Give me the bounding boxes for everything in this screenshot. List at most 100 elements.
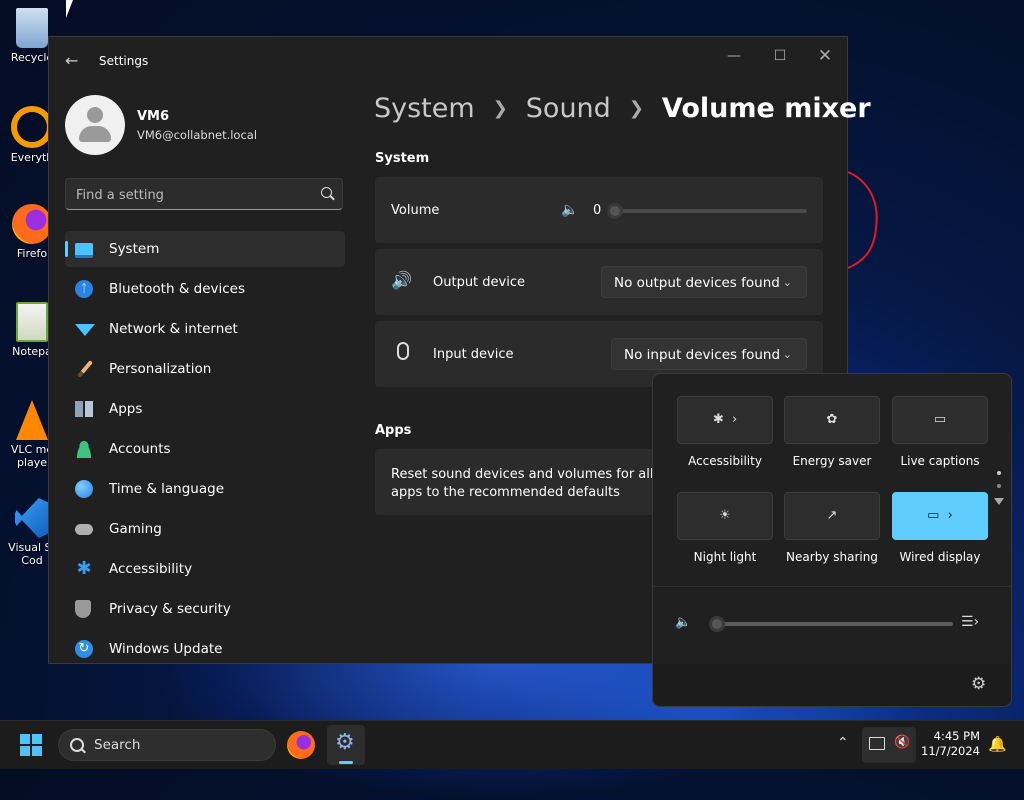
qs-label-accessibility: Accessibility [688,454,762,468]
taskbar-firefox[interactable] [287,731,315,759]
vscode-icon [15,498,49,538]
chevron-right-icon: ❯ [492,98,508,119]
share-icon: ↗ [826,508,838,523]
sidebar-item-personalization[interactable]: Personalization [65,351,345,387]
chevron-right-icon[interactable]: › [948,508,953,523]
avatar-body [79,126,111,142]
qs-label-live-captions: Live captions [900,454,980,468]
qs-label-night-light: Night light [693,550,757,564]
desktop-icon-label: Everyth [10,151,54,164]
volume-slider-track[interactable] [615,209,807,213]
sidebar-item-accessibility[interactable]: ✱ Accessibility [65,551,345,587]
clock-date: 11/7/2024 [921,744,980,758]
page-title: Volume mixer [661,93,871,124]
taskbar-search[interactable]: Search [58,729,276,761]
minimize-button[interactable]: — [723,45,745,67]
qs-tile-energy-saver[interactable]: ✿ [784,396,880,444]
volume-muted-icon: 🔇 [894,735,911,750]
red-annotation-stroke [847,171,878,269]
input-device-dropdown[interactable]: No input devices found ⌄ [611,338,807,370]
notepad-plus-icon [16,302,48,342]
sun-icon: ☀ [719,508,731,523]
clock-time: 4:45 PM [933,729,980,743]
sidebar-item-windows-update[interactable]: ↻ Windows Update [65,631,345,667]
breadcrumb: System ❯ Sound ❯ Volume mixer [374,93,871,124]
qs-footer: ⚙ [653,664,1011,706]
qs-volume-slider-track[interactable] [717,622,953,626]
speaker-icon: 🔊 [391,271,413,291]
search-input[interactable] [66,179,318,211]
volume-slider-thumb[interactable] [607,203,623,219]
output-device-value: No output devices found [614,275,780,291]
sidebar-item-apps[interactable]: Apps [65,391,345,427]
speaker-muted-icon[interactable]: 🔈 [561,202,578,218]
chevron-right-icon: ❯ [628,98,644,119]
chevron-up-icon[interactable]: ⌃ [837,735,849,751]
breadcrumb-sound[interactable]: Sound [526,93,611,124]
audio-output-select-icon[interactable]: ☰› [961,614,979,630]
output-device-card: 🔊 Output device No output devices found … [375,249,823,315]
qs-divider [653,586,1011,587]
sidebar-item-label: Network & internet [109,321,238,337]
sidebar-item-privacy[interactable]: Privacy & security [65,591,345,627]
sidebar-item-label: Accessibility [109,561,193,577]
qs-tile-live-captions[interactable]: ▭ [892,396,988,444]
close-button[interactable]: ✕ [814,45,836,67]
breadcrumb-system[interactable]: System [374,93,475,124]
chevron-down-icon: ⌄ [782,348,792,361]
chevron-right-icon[interactable]: › [732,412,737,427]
maximize-button[interactable]: ☐ [769,45,791,67]
avatar[interactable] [65,95,125,155]
profile-email: VM6@collabnet.local [137,128,258,142]
window-title: Settings [99,54,149,68]
bell-icon[interactable]: 🔔 [988,735,1007,753]
quick-settings-panel: ✱ › Accessibility ✿ Energy saver ▭ Live … [652,373,1012,707]
everything-search-icon [11,106,53,148]
avatar-head [87,107,103,123]
clock[interactable]: 4:45 PM 11/7/2024 [921,729,980,759]
back-arrow-icon[interactable]: ← [65,53,81,69]
page-dot[interactable] [997,484,1001,488]
accounts-icon [75,440,93,458]
section-title-apps: Apps [375,423,412,438]
qs-tile-night-light[interactable]: ☀ [677,492,773,540]
sidebar-item-network[interactable]: Network & internet [65,311,345,347]
taskbar-settings[interactable]: ⚙ [327,725,365,765]
paintbrush-icon [77,360,93,378]
windows-logo-icon [20,734,42,756]
sidebar-item-system[interactable]: System [65,231,345,267]
sidebar-item-gaming[interactable]: Gaming [65,511,345,547]
sidebar-item-accounts[interactable]: Accounts [65,431,345,467]
search-icon[interactable] [321,187,332,198]
active-app-indicator [339,761,353,764]
gear-icon[interactable]: ⚙ [971,674,986,694]
system-tray-group[interactable]: 🔇 [862,727,916,763]
start-button[interactable] [20,734,42,756]
accessibility-icon: ✱ [712,412,724,427]
caret-down-icon[interactable] [994,498,1004,505]
chevron-down-icon: ⌄ [782,276,792,289]
sidebar-item-label: Apps [109,401,143,417]
system-display-icon [75,243,93,258]
gear-icon: ⚙ [335,730,355,755]
qs-tile-accessibility[interactable]: ✱ › [677,396,773,444]
qs-tile-wired-display[interactable]: ▭ › [892,492,988,540]
sidebar-item-label: Time & language [109,481,225,497]
section-title-system: System [375,151,430,166]
sidebar-item-label: Gaming [109,521,162,537]
sidebar-item-bluetooth[interactable]: ᛏ Bluetooth & devices [65,271,345,307]
qs-tile-nearby-sharing[interactable]: ↗ [784,492,880,540]
speaker-muted-icon[interactable]: 🔈 [675,615,691,630]
sidebar-item-label: Accounts [109,441,171,457]
microphone-icon [397,342,409,360]
windows-update-icon: ↻ [75,640,93,658]
qs-volume-slider-thumb[interactable] [709,616,725,632]
find-setting-search[interactable] [65,178,343,211]
bluetooth-icon: ᛏ [75,280,93,298]
shield-icon [75,600,91,618]
vlc-icon [16,400,48,440]
output-device-dropdown[interactable]: No output devices found ⌄ [601,266,807,298]
page-dot[interactable] [997,471,1001,475]
sidebar-item-time-language[interactable]: Time & language [65,471,345,507]
mouse-cursor [66,0,73,18]
